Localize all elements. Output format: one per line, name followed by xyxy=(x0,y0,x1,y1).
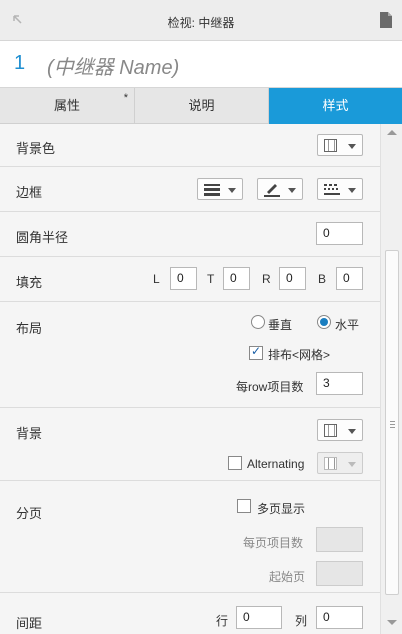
start-page-input[interactable] xyxy=(316,561,363,586)
padding-left-label: L xyxy=(153,272,160,286)
title-bar: 检视: 中继器 xyxy=(0,0,402,41)
border-row: 边框 xyxy=(0,167,380,212)
style-panel: 背景色 边框 圆角半径 0 填充 L 0 T 0 R 0 B 0 布局 垂直 水… xyxy=(0,124,380,634)
start-page-label: 起始页 xyxy=(269,570,306,584)
layout-label: 布局 xyxy=(16,321,43,336)
tab-label: 属性 xyxy=(53,98,80,113)
layout-vertical-label: 垂直 xyxy=(268,318,293,332)
background-label: 背景 xyxy=(16,426,43,441)
scrollbar-thumb[interactable] xyxy=(385,250,399,595)
items-per-page-input[interactable] xyxy=(316,527,363,552)
multi-page-checkbox[interactable] xyxy=(237,499,251,513)
padding-right-input[interactable]: 0 xyxy=(279,267,306,290)
widget-name-field[interactable]: (中继器 Name) xyxy=(47,51,179,80)
fill-swatch-icon xyxy=(324,424,337,437)
items-per-row-input[interactable]: 3 xyxy=(316,372,363,395)
column-spacing-label: 列 xyxy=(295,614,308,628)
padding-bottom-input[interactable]: 0 xyxy=(336,267,363,290)
chevron-down-icon xyxy=(348,144,356,149)
padding-right-label: R xyxy=(262,272,271,286)
corner-radius-label: 圆角半径 xyxy=(16,230,69,245)
scroll-down-arrow-icon[interactable] xyxy=(387,620,397,625)
line-color-picker[interactable] xyxy=(257,178,303,200)
items-per-row-label: 每row项目数 xyxy=(236,380,304,394)
items-per-page-label: 每页项目数 xyxy=(243,536,304,550)
layout-vertical-radio[interactable] xyxy=(251,315,265,329)
pagination-label: 分页 xyxy=(16,506,43,521)
background-row: 背景 Alternating xyxy=(0,408,380,481)
corner-radius-row: 圆角半径 0 xyxy=(0,212,380,257)
fill-color-label: 背景色 xyxy=(16,141,56,156)
widget-name-bar: 1 (中继器 Name) xyxy=(0,41,402,88)
tab-style[interactable]: 样式 xyxy=(269,88,402,124)
layout-horizontal-label: 水平 xyxy=(335,318,360,332)
alternating-label: Alternating xyxy=(247,457,305,471)
tab-label: 样式 xyxy=(322,98,349,113)
fill-color-picker[interactable] xyxy=(317,134,363,156)
line-pattern-icon xyxy=(324,184,340,195)
grip-icon xyxy=(390,427,395,428)
line-weight-icon xyxy=(204,184,220,196)
tab-notes[interactable]: 说明 xyxy=(135,88,269,124)
chevron-down-icon xyxy=(348,188,356,193)
tab-bar: 属性 * 说明 样式 xyxy=(0,88,402,124)
modified-marker: * xyxy=(123,92,128,104)
vertical-scrollbar[interactable] xyxy=(380,124,402,634)
panel-title: 检视: 中继器 xyxy=(167,16,235,30)
chevron-down-icon xyxy=(348,462,356,467)
padding-label: 填充 xyxy=(16,275,43,290)
background-color-picker[interactable] xyxy=(317,419,363,441)
tab-properties[interactable]: 属性 * xyxy=(0,88,135,124)
alternating-color-picker[interactable] xyxy=(317,452,363,474)
padding-top-input[interactable]: 0 xyxy=(223,267,250,290)
scroll-up-arrow-icon[interactable] xyxy=(387,130,397,135)
chevron-down-icon xyxy=(288,188,296,193)
padding-left-input[interactable]: 0 xyxy=(170,267,197,290)
fill-swatch-icon xyxy=(324,457,337,470)
widget-number: 1 xyxy=(14,52,26,74)
corner-radius-input[interactable]: 0 xyxy=(316,222,363,245)
padding-top-label: T xyxy=(207,272,215,286)
page-icon[interactable] xyxy=(378,11,394,29)
grip-icon xyxy=(390,421,395,422)
chevron-down-icon xyxy=(348,429,356,434)
spacing-label: 间距 xyxy=(16,616,43,631)
pen-icon xyxy=(264,184,280,197)
row-spacing-label: 行 xyxy=(216,614,229,628)
wrap-grid-checkbox[interactable] xyxy=(249,344,263,360)
tab-label: 说明 xyxy=(188,98,215,113)
border-label: 边框 xyxy=(16,185,43,200)
line-thickness-picker[interactable] xyxy=(197,178,243,200)
chevron-down-icon xyxy=(228,188,236,193)
wrap-grid-label: 排布<网格> xyxy=(268,348,331,362)
layout-row: 布局 垂直 水平 排布<网格> 每row项目数 3 xyxy=(0,302,380,408)
fill-swatch-icon xyxy=(324,139,337,152)
padding-bottom-label: B xyxy=(318,272,327,286)
spacing-row: 间距 行 0 列 0 xyxy=(0,593,380,634)
fill-color-row: 背景色 xyxy=(0,124,380,167)
pagination-row: 分页 多页显示 每页项目数 起始页 xyxy=(0,481,380,593)
layout-horizontal-radio[interactable] xyxy=(317,315,331,329)
multi-page-label: 多页显示 xyxy=(257,502,306,516)
row-spacing-input[interactable]: 0 xyxy=(236,606,282,629)
alternating-checkbox[interactable] xyxy=(228,456,242,470)
column-spacing-input[interactable]: 0 xyxy=(316,606,363,629)
grip-icon xyxy=(390,424,395,425)
line-pattern-picker[interactable] xyxy=(317,178,363,200)
padding-row: 填充 L 0 T 0 R 0 B 0 xyxy=(0,257,380,302)
